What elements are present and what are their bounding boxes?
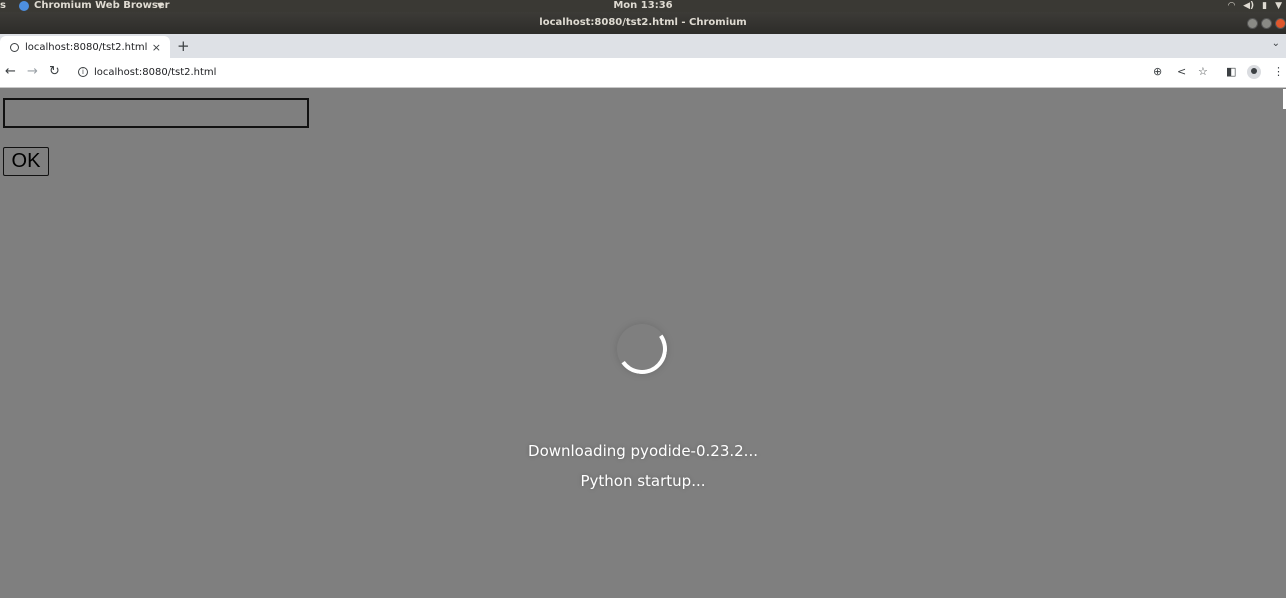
system-top-panel: s Chromium Web Browser ▼ Mon 13:36 ◠ ◀) … — [0, 0, 1286, 12]
forward-button[interactable]: → — [27, 64, 38, 80]
browser-menu-icon[interactable]: ⋮ — [1273, 65, 1284, 79]
bookmark-star-icon[interactable]: ☆ — [1198, 65, 1208, 79]
url-text[interactable]: localhost:8080/tst2.html — [94, 67, 216, 78]
tab-search-chevron-icon[interactable]: ⌄ — [1272, 38, 1280, 49]
back-button[interactable]: ← — [5, 64, 16, 80]
tab-title: localhost:8080/tst2.html — [25, 41, 148, 53]
side-panel-icon[interactable]: ◧ — [1226, 65, 1236, 79]
status-startup-text: Python startup... — [580, 472, 706, 490]
window-controls — [1247, 18, 1286, 29]
profile-avatar-icon[interactable] — [1247, 65, 1261, 79]
system-clock[interactable]: Mon 13:36 — [0, 0, 1286, 12]
status-download-text: Downloading pyodide-0.23.2... — [528, 442, 758, 460]
close-window-button[interactable] — [1275, 18, 1286, 29]
browser-toolbar: ← → ↻ i localhost:8080/tst2.html ⊕ < ☆ ◧… — [0, 58, 1286, 88]
site-info-icon[interactable]: i — [78, 67, 88, 77]
tab-close-icon[interactable]: × — [152, 41, 161, 54]
text-input-field[interactable] — [3, 98, 309, 128]
page-content: OK Downloading pyodide-0.23.2... Python … — [0, 89, 1286, 598]
battery-icon[interactable]: ▮ — [1262, 0, 1267, 12]
zoom-icon[interactable]: ⊕ — [1153, 65, 1162, 79]
maximize-button[interactable] — [1261, 18, 1272, 29]
system-tray[interactable]: ◠ ◀) ▮ ▼ — [1228, 0, 1282, 12]
share-icon[interactable]: < — [1177, 65, 1186, 79]
address-bar[interactable]: i localhost:8080/tst2.html — [70, 61, 1220, 83]
wifi-icon[interactable]: ◠ — [1228, 0, 1235, 12]
tab-strip: localhost:8080/tst2.html × + ⌄ — [0, 34, 1286, 58]
minimize-button[interactable] — [1247, 18, 1258, 29]
ok-button[interactable]: OK — [3, 147, 49, 176]
loading-spinner-icon — [613, 320, 671, 378]
reload-button[interactable]: ↻ — [49, 64, 60, 80]
window-title-bar[interactable]: localhost:8080/tst2.html - Chromium — [0, 12, 1286, 34]
window-title: localhost:8080/tst2.html - Chromium — [539, 17, 747, 28]
tab-active[interactable]: localhost:8080/tst2.html × — [0, 36, 170, 58]
tray-caret-icon[interactable]: ▼ — [1275, 0, 1282, 12]
globe-icon — [10, 42, 19, 52]
new-tab-button[interactable]: + — [177, 37, 190, 55]
volume-icon[interactable]: ◀) — [1243, 0, 1254, 12]
